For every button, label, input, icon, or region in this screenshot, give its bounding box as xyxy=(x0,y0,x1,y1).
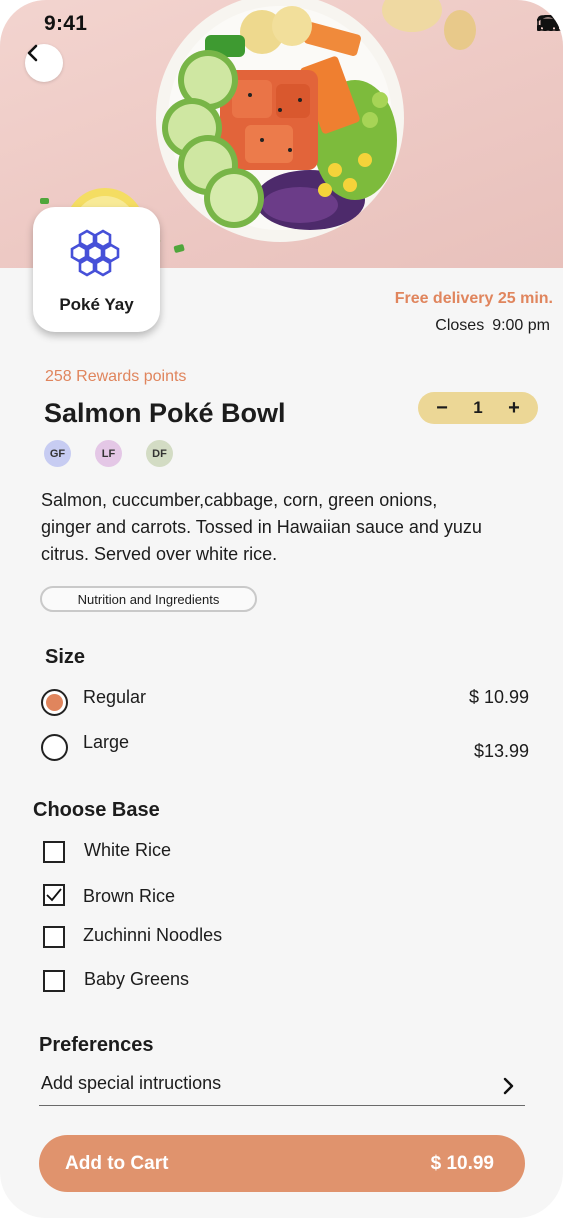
add-to-cart-button[interactable]: Add to Cart $ 10.99 xyxy=(39,1135,525,1192)
size-large-radio[interactable] xyxy=(41,734,68,761)
cart-price: $ 10.99 xyxy=(430,1152,494,1174)
closes-time: 9:00 pm xyxy=(492,317,550,334)
baby-greens-checkbox[interactable] xyxy=(43,970,65,992)
badge-gluten-free: GF xyxy=(44,440,71,467)
item-title: Salmon Poké Bowl xyxy=(44,398,286,428)
nutrition-button[interactable]: Nutrition and Ingredients xyxy=(40,586,257,612)
preferences-title: Preferences xyxy=(39,1034,154,1056)
badge-dairy-free: DF xyxy=(146,440,173,467)
restaurant-name: Poké Yay xyxy=(59,295,134,314)
size-large-label[interactable]: Large xyxy=(83,732,129,753)
back-button[interactable] xyxy=(25,44,63,82)
zucchini-noodles-label[interactable]: Zuchinni Noodles xyxy=(83,925,222,946)
size-regular-price: $ 10.99 xyxy=(468,687,529,707)
white-rice-checkbox[interactable] xyxy=(43,841,65,863)
size-large-price: $13.99 xyxy=(473,741,529,761)
decrement-button[interactable]: − xyxy=(432,398,452,418)
size-regular-label[interactable]: Regular xyxy=(83,687,146,708)
brown-rice-label[interactable]: Brown Rice xyxy=(83,886,175,907)
baby-greens-label[interactable]: Baby Greens xyxy=(84,969,189,990)
add-to-cart-label: Add to Cart xyxy=(65,1152,169,1174)
radio-selected-dot xyxy=(46,694,63,711)
increment-button[interactable]: + xyxy=(504,398,524,418)
status-time: 9:41 xyxy=(44,12,88,35)
special-instructions-row[interactable]: Add special intructions xyxy=(39,1066,525,1106)
zucchini-noodles-checkbox[interactable] xyxy=(43,926,65,948)
checkmark-icon xyxy=(46,888,62,902)
dietary-badges: GF LF DF xyxy=(44,440,173,467)
quantity-value: 1 xyxy=(473,398,483,417)
battery-icon xyxy=(537,15,563,31)
rewards-points: 258 Rewards points xyxy=(45,368,187,385)
closes-label: Closes xyxy=(435,317,485,334)
base-title: Choose Base xyxy=(33,799,160,821)
badge-lactose-free: LF xyxy=(95,440,122,467)
restaurant-logo-card: Poké Yay xyxy=(33,207,160,332)
phone-screen: 9:41 Poké Yay Free delivery 25 min. Clos… xyxy=(0,0,563,1218)
item-description: Salmon, cuccumber,cabbage, corn, green o… xyxy=(41,490,482,564)
honeycomb-logo-icon xyxy=(70,229,119,277)
size-title: Size xyxy=(45,646,86,668)
special-instructions-placeholder: Add special intructions xyxy=(41,1072,222,1093)
closing-time: Closes 9:00 pm xyxy=(435,317,550,335)
delivery-info: Free delivery 25 min. xyxy=(394,290,553,307)
chevron-right-icon xyxy=(503,1077,514,1094)
size-regular-radio[interactable] xyxy=(41,689,68,716)
brown-rice-checkbox[interactable] xyxy=(43,884,65,906)
white-rice-label[interactable]: White Rice xyxy=(84,840,171,861)
chevron-left-icon xyxy=(27,44,38,62)
quantity-stepper: − 1 + xyxy=(418,392,538,424)
